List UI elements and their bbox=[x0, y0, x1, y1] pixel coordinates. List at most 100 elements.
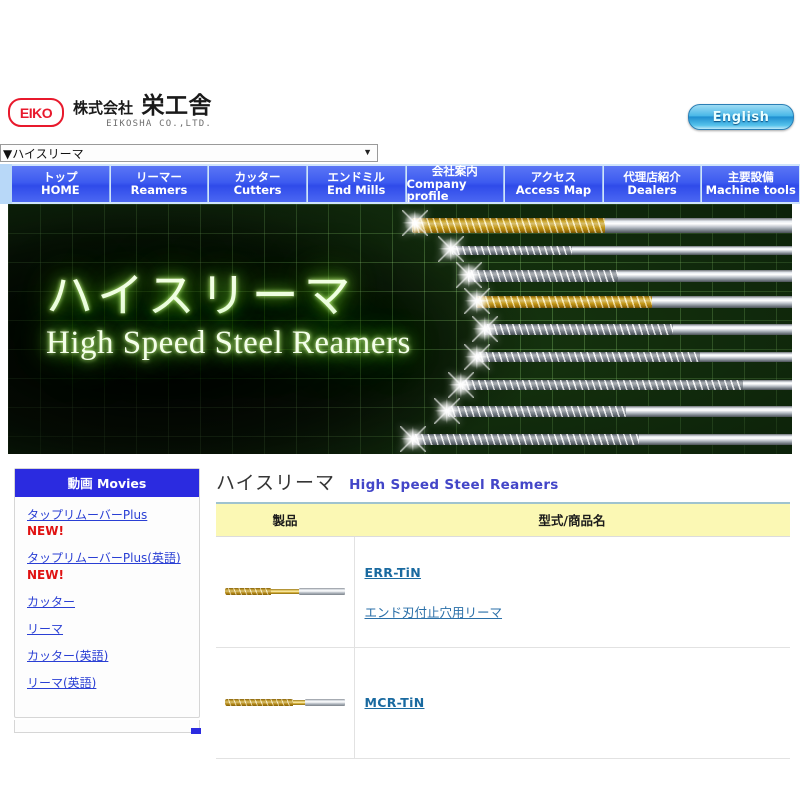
nav-item-machine-tools[interactable]: 主要設備 Machine tools bbox=[702, 166, 799, 202]
product-model-link-mcr-tin[interactable]: MCR-TiN bbox=[365, 695, 425, 710]
sidebar-link-cutter-en[interactable]: カッター(英語) bbox=[27, 648, 187, 664]
thumb-flute bbox=[224, 699, 293, 706]
nav-item-cutters[interactable]: カッター Cutters bbox=[209, 166, 307, 202]
nav-item-company-profile-en: Company profile bbox=[406, 176, 467, 204]
chevron-down-icon: ▼ bbox=[363, 147, 372, 157]
tool-flute-silver bbox=[452, 246, 572, 255]
nav-item-machine-tools-en: Machine tools bbox=[705, 183, 796, 197]
tool-shank bbox=[658, 324, 792, 335]
nav-item-cutters-en: Cutters bbox=[233, 183, 282, 197]
tool-shank bbox=[617, 406, 792, 417]
tool-flute-silver bbox=[468, 270, 618, 282]
product-image-cell[interactable] bbox=[216, 536, 355, 648]
sidebar-link-text: カッター(英語) bbox=[27, 649, 109, 664]
tool-silver-reamer-3 bbox=[468, 270, 792, 282]
nav-item-access-map-en: Access Map bbox=[515, 183, 592, 197]
product-image-cell[interactable] bbox=[216, 647, 355, 759]
nav-item-reamers[interactable]: リーマー Reamers bbox=[110, 166, 209, 202]
nav-item-home[interactable]: トップ HOME bbox=[12, 166, 110, 202]
company-prefix-jp: 株式会社 bbox=[73, 99, 134, 117]
top-whitespace bbox=[0, 0, 800, 92]
movies-box-heading: 動画 Movies bbox=[15, 469, 199, 497]
company-main-jp: 栄工舎 bbox=[141, 93, 213, 119]
new-badge: NEW! bbox=[27, 524, 64, 539]
tool-silver-reamer-6 bbox=[476, 352, 792, 362]
pulldown-row: ▼ハイスリーマ ▼ bbox=[0, 144, 800, 164]
tool-shank bbox=[684, 352, 792, 362]
sidebar-link-text: リーマ bbox=[27, 621, 64, 636]
thumb-flute bbox=[224, 588, 271, 595]
category-select[interactable]: ▼ハイスリーマ ▼ bbox=[0, 144, 378, 162]
sidebar-link-cutter[interactable]: カッター bbox=[27, 594, 187, 610]
sidebar-link-reamer-en[interactable]: リーマ(英語) bbox=[27, 675, 187, 691]
product-info-cell: ERR-TiN エンド刃付止穴用リーマ bbox=[354, 536, 790, 648]
column-header-model: 型式/商品名 bbox=[354, 504, 790, 537]
hero-tool-illustration bbox=[372, 204, 792, 454]
thumb-neck bbox=[268, 589, 299, 594]
sidebar-link-tap-remover-plus[interactable]: タップリムーバーPlus NEW! bbox=[27, 507, 187, 539]
tool-flute-gold bbox=[412, 218, 606, 233]
category-select-value: ▼ハイスリーマ bbox=[3, 146, 84, 161]
tool-silver-reamer-8 bbox=[448, 406, 792, 417]
thumb-shank bbox=[298, 588, 345, 595]
movies-link-list: タップリムーバーPlus NEW! タップリムーバーPlus(英語) NEW! … bbox=[15, 497, 199, 717]
main-content: ハイスリーマ High Speed Steel Reamers 製品 型式/商品… bbox=[216, 468, 792, 759]
nav-item-access-map[interactable]: アクセス Access Map bbox=[505, 166, 603, 202]
tool-gold-endmill-4 bbox=[476, 296, 792, 308]
sidebar-link-reamer[interactable]: リーマ bbox=[27, 621, 187, 637]
product-table-body: ERR-TiN エンド刃付止穴用リーマ MCR-TiN bbox=[216, 536, 790, 759]
tool-flute-silver bbox=[484, 324, 674, 335]
hero-title-block: ハイスリーマ High Speed Steel Reamers bbox=[46, 269, 411, 362]
tool-flute-silver bbox=[476, 352, 700, 362]
table-row: ERR-TiN エンド刃付止穴用リーマ bbox=[216, 536, 790, 648]
page-title-en: High Speed Steel Reamers bbox=[349, 477, 559, 493]
main-navigation: トップ HOME リーマー Reamers カッター Cutters エンドミル… bbox=[0, 164, 800, 204]
nav-item-dealers-en: Dealers bbox=[627, 183, 677, 197]
tool-shank bbox=[735, 380, 792, 390]
nav-item-company-profile-jp: 会社案内 bbox=[431, 163, 478, 178]
tool-silver-reamer-2 bbox=[452, 246, 792, 255]
tool-gold-reamer-1 bbox=[412, 218, 792, 233]
product-thumbnail-err-tin bbox=[224, 587, 345, 597]
logo-text-block: 株式会社 栄工舎 EIKOSHA CO.,LTD. bbox=[73, 94, 212, 129]
product-desc-link-err-tin[interactable]: エンド刃付止穴用リーマ bbox=[365, 602, 790, 621]
sidebar-link-text: リーマ(英語) bbox=[27, 676, 97, 691]
column-header-product: 製品 bbox=[216, 504, 354, 537]
sidebar-link-text: タップリムーバーPlus(英語) bbox=[27, 551, 181, 566]
table-row: MCR-TiN bbox=[216, 647, 790, 759]
sidebar: 動画 Movies タップリムーバーPlus NEW! タップリムーバーPlus… bbox=[14, 468, 201, 734]
nav-item-dealers[interactable]: 代理店紹介 Dealers bbox=[603, 166, 702, 202]
nav-item-end-mills[interactable]: エンドミル End Mills bbox=[307, 166, 406, 202]
sidebar-link-text: タップリムーバーPlus bbox=[27, 508, 148, 522]
tool-shank bbox=[596, 218, 792, 233]
page-title-jp: ハイスリーマ bbox=[216, 472, 336, 494]
tool-flute-gold bbox=[476, 296, 652, 308]
sidebar-lower-box bbox=[14, 719, 201, 734]
company-name-jp: 株式会社 栄工舎 bbox=[73, 94, 212, 118]
company-name-en: EIKOSHA CO.,LTD. bbox=[106, 119, 213, 130]
page-root: EIKO 株式会社 栄工舎 EIKOSHA CO.,LTD. English ▼… bbox=[0, 0, 800, 800]
page-title: ハイスリーマ High Speed Steel Reamers bbox=[216, 468, 790, 502]
tool-silver-reamer-9 bbox=[412, 434, 792, 445]
english-language-button[interactable]: English bbox=[688, 104, 794, 130]
nav-left-spacer bbox=[0, 164, 12, 204]
nav-item-home-en: HOME bbox=[40, 183, 80, 197]
english-button-label: English bbox=[712, 109, 770, 125]
hero-title-en: High Speed Steel Reamers bbox=[46, 324, 411, 361]
site-logo[interactable]: EIKO 株式会社 栄工舎 EIKOSHA CO.,LTD. bbox=[8, 94, 212, 129]
sidebar-link-tap-remover-plus-en[interactable]: タップリムーバーPlus(英語) NEW! bbox=[27, 550, 187, 582]
nav-item-company-profile[interactable]: 会社案内 Company profile bbox=[406, 163, 505, 204]
nav-item-reamers-en: Reamers bbox=[130, 183, 188, 197]
product-model-link-err-tin[interactable]: ERR-TiN bbox=[365, 565, 422, 580]
tool-flute-silver bbox=[448, 406, 626, 417]
content-area: 動画 Movies タップリムーバーPlus NEW! タップリムーバーPlus… bbox=[8, 468, 792, 759]
sidebar-link-text: カッター bbox=[27, 594, 76, 609]
hero-title-jp: ハイスリーマ bbox=[46, 269, 356, 324]
tool-shank bbox=[630, 434, 792, 445]
nav-item-end-mills-en: End Mills bbox=[326, 183, 386, 197]
tool-silver-reamer-5 bbox=[484, 324, 792, 335]
product-thumbnail-mcr-tin bbox=[224, 698, 345, 708]
tool-silver-reamer-7 bbox=[462, 380, 792, 390]
thumb-neck bbox=[290, 700, 305, 705]
eiko-badge-icon: EIKO bbox=[8, 98, 64, 127]
